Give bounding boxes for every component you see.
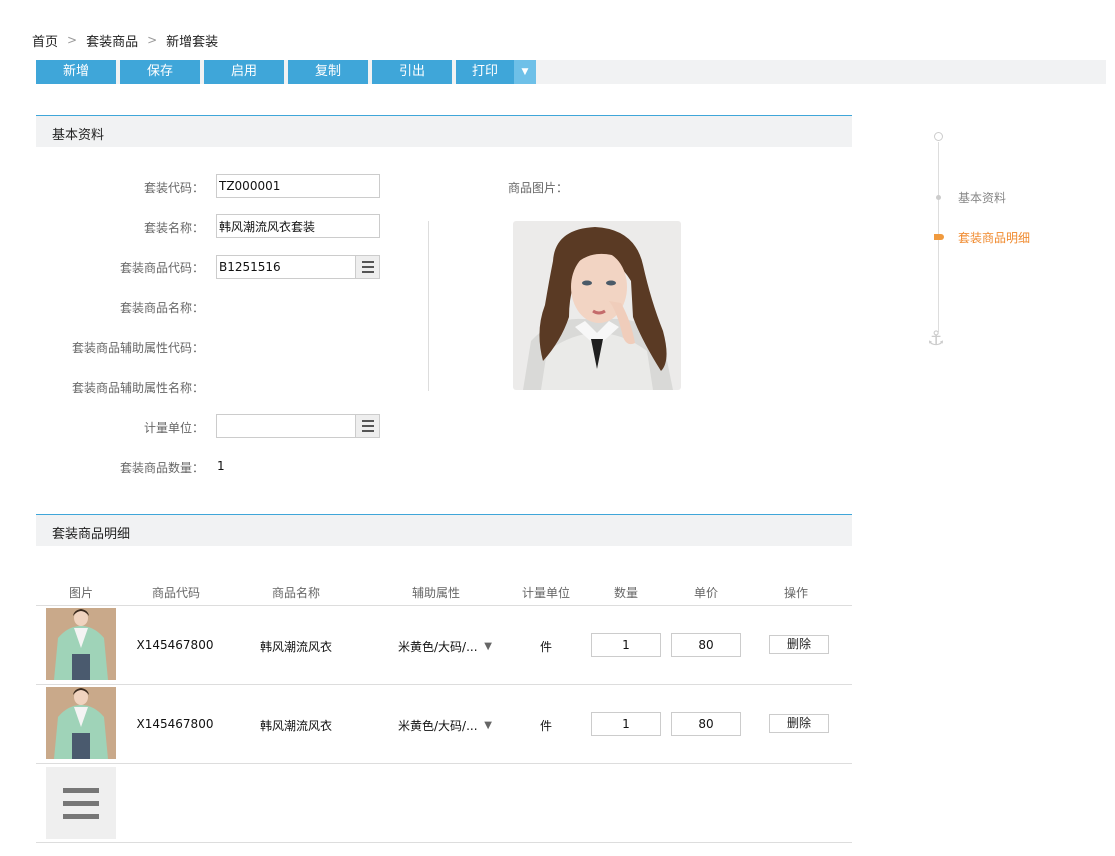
col-header-price: 单价	[693, 586, 718, 600]
dropdown-arrow-icon: ▼	[484, 641, 492, 652]
row-price-input[interactable]	[671, 633, 741, 657]
basic-info-header: 基本资料	[36, 115, 852, 147]
unit-label: 计量单位：	[143, 421, 204, 435]
detail-header: 套装商品明细	[36, 514, 852, 546]
nav-basic-info[interactable]: 基本资料	[958, 189, 1006, 206]
suite-code-label: 套装代码：	[143, 181, 204, 195]
chevron-right-icon: >	[147, 33, 158, 47]
breadcrumb-suite-products[interactable]: 套装商品	[86, 31, 138, 50]
col-header-code: 商品代码	[151, 586, 200, 600]
suite-code-input[interactable]	[216, 174, 380, 198]
export-button[interactable]: 引出	[372, 60, 452, 84]
row-divider	[36, 684, 852, 685]
chevron-right-icon: >	[67, 33, 78, 47]
suite-qty-label: 套装商品数量：	[119, 461, 204, 475]
col-header-qty: 数量	[613, 586, 638, 600]
nav-start-circle-icon	[934, 132, 943, 141]
product-image-label: 商品图片：	[507, 181, 568, 195]
col-header-unit: 计量单位	[521, 586, 570, 600]
col-header-image: 图片	[68, 586, 93, 600]
row-attr-value: 米黄色/大码/...	[398, 640, 478, 654]
detail-title: 套装商品明细	[52, 527, 131, 542]
col-header-attr: 辅助属性	[411, 586, 460, 600]
breadcrumb-home[interactable]: 首页	[32, 31, 58, 50]
row-delete-button[interactable]: 删除	[769, 635, 829, 654]
row-price-input[interactable]	[671, 712, 741, 736]
nav-active-flag-icon	[934, 234, 944, 240]
aux-code-label: 套装商品辅助属性代码：	[71, 341, 204, 355]
row-attr-select[interactable]: 米黄色/大码/... ▼	[392, 638, 492, 655]
suite-qty-value: 1	[217, 459, 225, 473]
breadcrumb-current: 新增套装	[166, 34, 219, 50]
row-divider	[36, 842, 852, 843]
row-attr-select[interactable]: 米黄色/大码/... ▼	[392, 717, 492, 734]
list-icon	[63, 787, 99, 793]
row-divider	[36, 763, 852, 764]
aux-name-label: 套装商品辅助属性名称：	[71, 381, 204, 395]
unit-lookup-icon[interactable]	[355, 415, 379, 437]
enable-button[interactable]: 启用	[204, 60, 284, 84]
col-header-action: 操作	[783, 586, 808, 600]
row-unit: 件	[539, 640, 552, 654]
form-divider	[428, 221, 429, 391]
print-dropdown-icon[interactable]: ▼	[514, 60, 536, 84]
row-code: X145467800	[136, 638, 214, 652]
nav-suite-detail[interactable]: 套装商品明细	[958, 229, 1030, 246]
row-attr-value: 米黄色/大码/...	[398, 719, 478, 733]
row-thumbnail	[46, 687, 116, 759]
col-header-name: 商品名称	[271, 586, 320, 600]
suite-item-code-label: 套装商品代码：	[119, 261, 204, 275]
breadcrumb: 首页 > 套装商品 > 新增套装	[32, 31, 219, 50]
copy-button[interactable]: 复制	[288, 60, 368, 84]
dropdown-arrow-icon: ▼	[484, 720, 492, 731]
row-code: X145467800	[136, 717, 214, 731]
suite-item-name-label: 套装商品名称：	[119, 301, 204, 315]
row-thumbnail	[46, 608, 116, 680]
row-name: 韩风潮流风衣	[259, 719, 332, 733]
suite-name-label: 套装名称：	[143, 221, 204, 235]
row-qty-input[interactable]	[591, 712, 661, 736]
save-button[interactable]: 保存	[120, 60, 200, 84]
row-unit: 件	[539, 719, 552, 733]
item-code-lookup-icon[interactable]	[355, 256, 379, 278]
row-delete-button[interactable]: 删除	[769, 714, 829, 733]
anchor-icon: ⚓	[927, 326, 945, 350]
toolbar: 新增 保存 启用 复制 引出 打印 ▼	[36, 60, 1106, 84]
new-button[interactable]: 新增	[36, 60, 116, 84]
suite-name-input[interactable]	[216, 214, 380, 238]
row-qty-input[interactable]	[591, 633, 661, 657]
row-divider	[36, 605, 852, 606]
basic-info-title: 基本资料	[52, 128, 105, 143]
add-item-button[interactable]	[46, 767, 116, 839]
row-name: 韩风潮流风衣	[259, 640, 332, 654]
print-button[interactable]: 打印	[456, 60, 514, 84]
nav-dot-icon	[936, 195, 941, 200]
product-photo[interactable]	[513, 221, 681, 390]
